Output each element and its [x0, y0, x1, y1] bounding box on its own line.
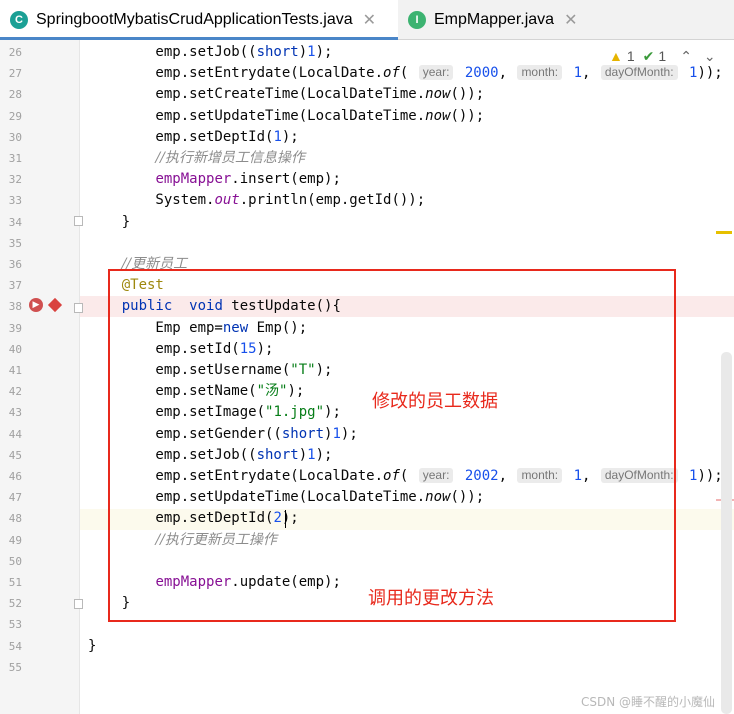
- watermark: CSDN @睡不醒的小魔仙: [581, 695, 716, 709]
- line-number: 35: [8, 236, 22, 250]
- tab-label: EmpMapper.java: [434, 11, 555, 28]
- code-line: emp.setEntrydate(LocalDate.of( year: 200…: [88, 65, 723, 82]
- line-number: 52: [8, 597, 22, 611]
- line-number: 55: [8, 660, 22, 674]
- line-number: 41: [8, 364, 22, 377]
- line-number: 42: [8, 385, 22, 399]
- line-number: 49: [8, 533, 22, 547]
- fold-marker[interactable]: [74, 599, 83, 609]
- test-class-icon: C: [10, 11, 28, 29]
- close-icon[interactable]: ✕: [363, 10, 376, 30]
- tab-emp-mapper[interactable]: I EmpMapper.java ✕: [400, 0, 590, 40]
- line-number: 34: [8, 215, 22, 229]
- code-line: emp.setDeptId(1);: [88, 128, 299, 145]
- annotation-modify-data: 修改的员工数据: [372, 391, 498, 412]
- line-number: 38: [8, 300, 22, 314]
- chevron-down-icon[interactable]: ⌄: [704, 48, 716, 65]
- line-number: 43: [8, 406, 22, 420]
- code-line: }: [88, 213, 131, 230]
- line-number: 30: [8, 130, 22, 144]
- editor-tab-bar: C SpringbootMybatisCrudApplicationTests.…: [0, 0, 734, 40]
- annotation-update-method: 调用的更改方法: [368, 588, 494, 609]
- fold-marker[interactable]: [74, 216, 83, 226]
- line-number: 44: [8, 427, 22, 441]
- line-number: 31: [8, 152, 22, 165]
- code-line: emp.setJob((short)1);: [88, 44, 333, 60]
- code-line: emp.setUpdateTime(LocalDateTime.now());: [88, 107, 485, 124]
- code-line: System.out.println(emp.getId());: [88, 192, 426, 209]
- line-number: 51: [8, 576, 22, 589]
- line-number: 36: [8, 258, 22, 271]
- check-icon: ✔: [642, 47, 655, 64]
- line-number: 45: [8, 448, 22, 462]
- line-number: 47: [8, 491, 22, 505]
- code-line: empMapper.insert(emp);: [155, 171, 341, 188]
- code-line: //执行新增员工信息操作: [155, 150, 305, 166]
- warning-count: 1: [626, 48, 635, 64]
- highlight-box: [108, 269, 676, 622]
- line-number: 46: [8, 470, 22, 483]
- line-number: 40: [8, 342, 22, 356]
- code-line: }: [88, 637, 97, 654]
- close-icon[interactable]: ✕: [564, 10, 577, 30]
- line-number: 48: [8, 512, 22, 526]
- vertical-scrollbar[interactable]: [721, 352, 732, 714]
- tab-test-class[interactable]: C SpringbootMybatisCrudApplicationTests.…: [0, 0, 398, 40]
- interface-icon: I: [408, 11, 426, 29]
- check-count: 1: [658, 48, 667, 64]
- tab-label: SpringbootMybatisCrudApplicationTests.ja…: [36, 11, 353, 28]
- line-number: 26: [8, 46, 22, 59]
- line-number: 32: [8, 173, 22, 187]
- line-number: 28: [8, 88, 22, 102]
- line-number: 50: [8, 554, 22, 568]
- line-number: 39: [8, 321, 22, 335]
- line-number: 37: [8, 279, 22, 293]
- warning-icon: ▲: [609, 48, 623, 64]
- line-number: 53: [8, 618, 22, 632]
- line-number: 27: [8, 67, 22, 81]
- run-test-icon[interactable]: ▶: [29, 298, 43, 312]
- warning-stripe: [716, 231, 732, 234]
- line-number: 54: [8, 639, 22, 653]
- line-number: 29: [8, 109, 22, 123]
- chevron-up-icon[interactable]: ⌃: [680, 48, 692, 65]
- fold-marker[interactable]: [74, 303, 83, 313]
- line-number: 33: [8, 194, 22, 208]
- code-line: emp.setCreateTime(LocalDateTime.now());: [88, 86, 485, 103]
